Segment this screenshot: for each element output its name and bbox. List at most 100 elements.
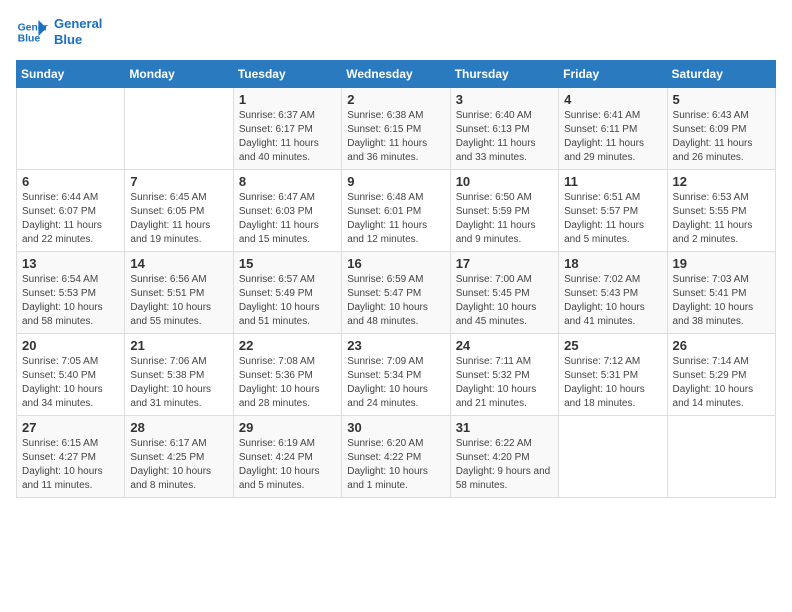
day-info: Sunrise: 6:38 AM Sunset: 6:15 PM Dayligh… — [347, 109, 444, 165]
day-info: Sunrise: 6:41 AM Sunset: 6:11 PM Dayligh… — [564, 109, 661, 165]
calendar-week-3: 13 Sunrise: 6:54 AM Sunset: 5:53 PM Dayli… — [17, 252, 776, 334]
day-info: Sunrise: 6:37 AM Sunset: 6:17 PM Dayligh… — [239, 109, 336, 165]
day-number: 10 — [456, 174, 553, 189]
calendar-cell: 26 Sunrise: 7:14 AM Sunset: 5:29 PM Dayli… — [667, 334, 775, 416]
day-info: Sunrise: 6:51 AM Sunset: 5:57 PM Dayligh… — [564, 191, 661, 247]
day-number: 27 — [22, 420, 119, 435]
calendar-cell: 22 Sunrise: 7:08 AM Sunset: 5:36 PM Dayli… — [233, 334, 341, 416]
day-number: 25 — [564, 338, 661, 353]
day-number: 15 — [239, 256, 336, 271]
calendar-cell: 8Sunrise: 6:47 AM Sunset: 6:03 PM Daylig… — [233, 170, 341, 252]
day-number: 22 — [239, 338, 336, 353]
column-header-sunday: Sunday — [17, 61, 125, 88]
calendar-cell: 27 Sunrise: 6:15 AM Sunset: 4:27 PM Dayli… — [17, 416, 125, 498]
day-number: 9 — [347, 174, 444, 189]
calendar-cell: 3 Sunrise: 6:40 AM Sunset: 6:13 PM Daylig… — [450, 88, 558, 170]
calendar-cell: 4 Sunrise: 6:41 AM Sunset: 6:11 PM Daylig… — [559, 88, 667, 170]
calendar-cell: 12Sunrise: 6:53 AM Sunset: 5:55 PM Dayli… — [667, 170, 775, 252]
column-header-wednesday: Wednesday — [342, 61, 450, 88]
day-info: Sunrise: 6:54 AM Sunset: 5:53 PM Dayligh… — [22, 273, 119, 329]
day-number: 31 — [456, 420, 553, 435]
day-number: 4 — [564, 92, 661, 107]
calendar-week-4: 20Sunrise: 7:05 AM Sunset: 5:40 PM Dayli… — [17, 334, 776, 416]
logo-text-line1: General — [54, 16, 102, 32]
day-info: Sunrise: 7:03 AM Sunset: 5:41 PM Dayligh… — [673, 273, 770, 329]
page-header: General Blue General Blue — [16, 16, 776, 48]
calendar-week-1: 1 Sunrise: 6:37 AM Sunset: 6:17 PM Daylig… — [17, 88, 776, 170]
calendar-week-2: 6Sunrise: 6:44 AM Sunset: 6:07 PM Daylig… — [17, 170, 776, 252]
calendar-week-5: 27 Sunrise: 6:15 AM Sunset: 4:27 PM Dayli… — [17, 416, 776, 498]
day-number: 12 — [673, 174, 770, 189]
calendar-cell: 10Sunrise: 6:50 AM Sunset: 5:59 PM Dayli… — [450, 170, 558, 252]
logo-icon: General Blue — [16, 16, 48, 48]
day-info: Sunrise: 6:48 AM Sunset: 6:01 PM Dayligh… — [347, 191, 444, 247]
day-number: 3 — [456, 92, 553, 107]
calendar-cell: 31Sunrise: 6:22 AM Sunset: 4:20 PM Dayli… — [450, 416, 558, 498]
calendar-cell: 20Sunrise: 7:05 AM Sunset: 5:40 PM Dayli… — [17, 334, 125, 416]
day-info: Sunrise: 7:08 AM Sunset: 5:36 PM Dayligh… — [239, 355, 336, 411]
day-info: Sunrise: 6:17 AM Sunset: 4:25 PM Dayligh… — [130, 437, 227, 493]
day-info: Sunrise: 6:45 AM Sunset: 6:05 PM Dayligh… — [130, 191, 227, 247]
calendar-cell: 7 Sunrise: 6:45 AM Sunset: 6:05 PM Daylig… — [125, 170, 233, 252]
day-number: 30 — [347, 420, 444, 435]
logo-text-line2: Blue — [54, 32, 102, 48]
calendar-cell — [559, 416, 667, 498]
calendar-cell: 17Sunrise: 7:00 AM Sunset: 5:45 PM Dayli… — [450, 252, 558, 334]
day-info: Sunrise: 7:14 AM Sunset: 5:29 PM Dayligh… — [673, 355, 770, 411]
calendar-cell — [17, 88, 125, 170]
day-info: Sunrise: 6:57 AM Sunset: 5:49 PM Dayligh… — [239, 273, 336, 329]
day-number: 24 — [456, 338, 553, 353]
calendar-cell: 16 Sunrise: 6:59 AM Sunset: 5:47 PM Dayli… — [342, 252, 450, 334]
column-header-thursday: Thursday — [450, 61, 558, 88]
calendar-cell: 29 Sunrise: 6:19 AM Sunset: 4:24 PM Dayli… — [233, 416, 341, 498]
calendar-cell: 23Sunrise: 7:09 AM Sunset: 5:34 PM Dayli… — [342, 334, 450, 416]
calendar-cell: 24 Sunrise: 7:11 AM Sunset: 5:32 PM Dayli… — [450, 334, 558, 416]
day-info: Sunrise: 6:59 AM Sunset: 5:47 PM Dayligh… — [347, 273, 444, 329]
day-info: Sunrise: 6:15 AM Sunset: 4:27 PM Dayligh… — [22, 437, 119, 493]
day-info: Sunrise: 6:44 AM Sunset: 6:07 PM Dayligh… — [22, 191, 119, 247]
calendar-cell: 1 Sunrise: 6:37 AM Sunset: 6:17 PM Daylig… — [233, 88, 341, 170]
day-number: 23 — [347, 338, 444, 353]
day-number: 26 — [673, 338, 770, 353]
day-info: Sunrise: 6:40 AM Sunset: 6:13 PM Dayligh… — [456, 109, 553, 165]
day-info: Sunrise: 7:11 AM Sunset: 5:32 PM Dayligh… — [456, 355, 553, 411]
calendar-cell: 13 Sunrise: 6:54 AM Sunset: 5:53 PM Dayli… — [17, 252, 125, 334]
calendar-cell — [125, 88, 233, 170]
column-header-saturday: Saturday — [667, 61, 775, 88]
day-info: Sunrise: 6:43 AM Sunset: 6:09 PM Dayligh… — [673, 109, 770, 165]
calendar-cell: 5 Sunrise: 6:43 AM Sunset: 6:09 PM Daylig… — [667, 88, 775, 170]
day-info: Sunrise: 6:19 AM Sunset: 4:24 PM Dayligh… — [239, 437, 336, 493]
column-header-tuesday: Tuesday — [233, 61, 341, 88]
day-info: Sunrise: 7:02 AM Sunset: 5:43 PM Dayligh… — [564, 273, 661, 329]
svg-text:Blue: Blue — [18, 34, 41, 45]
day-number: 2 — [347, 92, 444, 107]
day-number: 16 — [347, 256, 444, 271]
day-number: 28 — [130, 420, 227, 435]
calendar-cell: 28 Sunrise: 6:17 AM Sunset: 4:25 PM Dayli… — [125, 416, 233, 498]
day-info: Sunrise: 7:12 AM Sunset: 5:31 PM Dayligh… — [564, 355, 661, 411]
day-info: Sunrise: 6:20 AM Sunset: 4:22 PM Dayligh… — [347, 437, 444, 493]
calendar-cell: 30 Sunrise: 6:20 AM Sunset: 4:22 PM Dayli… — [342, 416, 450, 498]
day-number: 29 — [239, 420, 336, 435]
day-number: 8 — [239, 174, 336, 189]
day-number: 14 — [130, 256, 227, 271]
calendar-table: SundayMondayTuesdayWednesdayThursdayFrid… — [16, 60, 776, 498]
calendar-cell: 15 Sunrise: 6:57 AM Sunset: 5:49 PM Dayli… — [233, 252, 341, 334]
day-number: 1 — [239, 92, 336, 107]
calendar-cell: 9 Sunrise: 6:48 AM Sunset: 6:01 PM Daylig… — [342, 170, 450, 252]
column-header-friday: Friday — [559, 61, 667, 88]
calendar-cell: 21Sunrise: 7:06 AM Sunset: 5:38 PM Dayli… — [125, 334, 233, 416]
day-number: 11 — [564, 174, 661, 189]
day-number: 13 — [22, 256, 119, 271]
calendar-cell: 2 Sunrise: 6:38 AM Sunset: 6:15 PM Daylig… — [342, 88, 450, 170]
calendar-cell: 11 Sunrise: 6:51 AM Sunset: 5:57 PM Dayli… — [559, 170, 667, 252]
day-info: Sunrise: 7:06 AM Sunset: 5:38 PM Dayligh… — [130, 355, 227, 411]
logo: General Blue General Blue — [16, 16, 102, 48]
calendar-cell: 25 Sunrise: 7:12 AM Sunset: 5:31 PM Dayli… — [559, 334, 667, 416]
calendar-header-row: SundayMondayTuesdayWednesdayThursdayFrid… — [17, 61, 776, 88]
day-number: 7 — [130, 174, 227, 189]
calendar-cell — [667, 416, 775, 498]
calendar-cell: 6Sunrise: 6:44 AM Sunset: 6:07 PM Daylig… — [17, 170, 125, 252]
calendar-cell: 14Sunrise: 6:56 AM Sunset: 5:51 PM Dayli… — [125, 252, 233, 334]
day-number: 5 — [673, 92, 770, 107]
